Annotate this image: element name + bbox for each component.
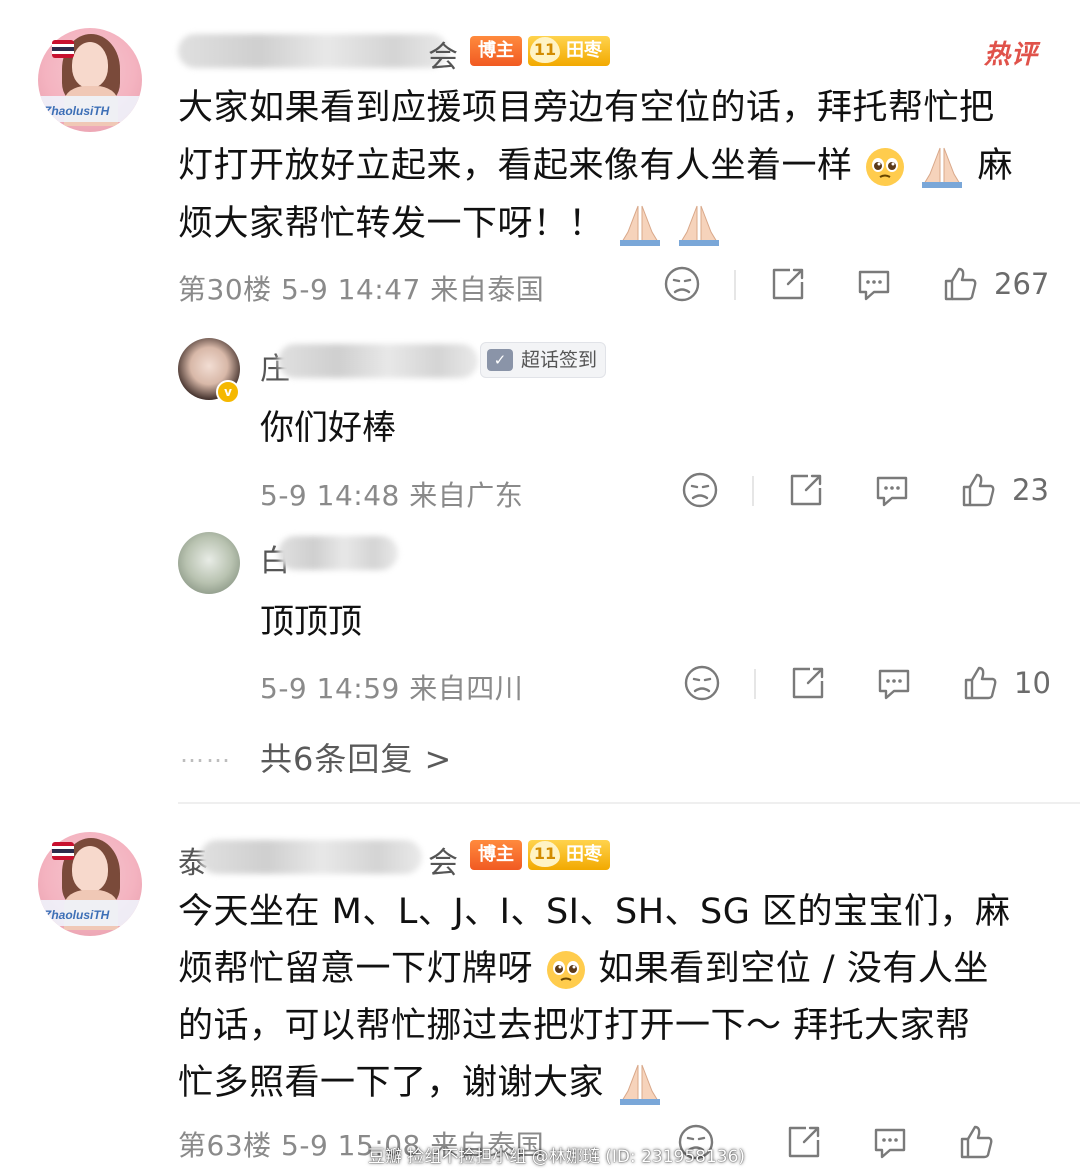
verified-icon: v [216,380,240,404]
divider [754,669,756,699]
more-dots: …… [180,740,232,768]
folded-hands-emoji [679,205,720,246]
dislike-face-icon[interactable] [680,470,720,510]
flag-icon [52,842,74,860]
reply-text: 顶顶顶 [260,602,362,642]
folded-hands-emoji [619,1064,660,1105]
comment-meta: 5-9 14:48 来自广东 [260,474,523,514]
floor-number: 第30楼 [178,273,272,306]
comment-meta: 5-9 14:59 来自四川 [260,667,523,707]
comment-text-line: 的话，可以帮忙挪过去把灯打开一下～ 拜托大家帮 [178,1006,971,1046]
comment-text-line: 忙多照看一下了，谢谢大家 [178,1055,664,1112]
comment-text-line: 烦帮忙留意一下灯牌呀 如果看到空位 / 没有人坐 [178,949,989,989]
reply-comment-icon[interactable] [874,663,914,703]
folded-hands-emoji [619,205,660,246]
floor-number: 第63楼 [178,1129,272,1162]
level-number: 11 [530,841,560,867]
location: 来自广东 [409,479,524,512]
dislike-face-icon[interactable] [682,663,722,703]
thumbs-up-icon[interactable] [956,1122,996,1162]
location: 来自泰国 [430,273,545,306]
avatar[interactable] [178,532,240,594]
comment-text-line: 烦大家帮忙转发一下呀！！ [178,196,723,253]
checkin-label: 超话签到 [521,349,598,371]
username-blurred[interactable] [200,840,422,874]
fan-level-badge[interactable]: 11 田枣 [528,840,610,870]
username-blurred[interactable] [178,34,448,68]
like-count: 10 [1014,666,1051,700]
username-blurred[interactable] [278,344,478,378]
hot-comment-tag: 热评 [984,40,1039,70]
thumbs-up-icon[interactable] [958,470,998,510]
share-icon[interactable] [786,470,826,510]
fan-level-badge[interactable]: 11 田枣 [528,36,610,66]
level-number: 11 [530,37,560,63]
reply-comment-icon[interactable] [870,1122,910,1162]
comment-text-line: 今天坐在 M、L、J、I、SI、SH、SG 区的宝宝们，麻 [178,892,1011,932]
folded-hands-emoji [921,147,962,188]
location: 来自四川 [409,672,524,705]
watermark: 豆瓣 捡组不捡担小组 @林娜琏 (ID: 231958136) [368,1147,746,1167]
timestamp: 5-9 14:47 [281,273,421,306]
reply-comment-icon[interactable] [872,470,912,510]
reply-comment-icon[interactable] [854,264,894,304]
timestamp: 5-9 14:48 [260,479,400,512]
username-visible: 会 [428,40,458,75]
comment-text-line: 灯打开放好立起来，看起来像有人坐着一样 麻 [178,138,1013,195]
username-visible: 会 [428,846,458,881]
username-blurred[interactable] [278,536,398,570]
pleading-face-emoji [546,951,585,989]
level-label: 田枣 [566,40,602,61]
dislike-face-icon[interactable] [662,264,702,304]
supertopic-checkin-badge[interactable]: ✓ 超话签到 [480,342,607,378]
divider [752,476,754,506]
comment-text-line: 大家如果看到应援项目旁边有空位的话，拜托帮忙把 [178,88,995,128]
blogger-badge: 博主 [470,840,522,870]
like-count: 267 [994,267,1050,301]
timestamp: 5-9 14:59 [260,672,400,705]
reply-text: 你们好棒 [260,408,396,448]
comment-divider [178,802,1080,804]
view-all-replies-link[interactable]: 共6条回复 > [260,734,452,780]
like-count: 23 [1012,473,1049,507]
share-icon[interactable] [784,1122,824,1162]
thumbs-up-icon[interactable] [940,264,980,304]
pleading-face-emoji [866,148,905,186]
share-icon[interactable] [768,264,808,304]
avatar-caption: ZhaolusiTH [44,104,110,118]
comment-meta: 第30楼 5-9 14:47 来自泰国 [178,268,544,308]
flag-icon [52,40,74,58]
thumbs-up-icon[interactable] [960,663,1000,703]
share-icon[interactable] [788,663,828,703]
divider [734,270,736,300]
level-label: 田枣 [566,844,602,865]
avatar-caption: ZhaolusiTH [44,908,110,922]
checkin-icon: ✓ [487,349,513,371]
blogger-badge: 博主 [470,36,522,66]
